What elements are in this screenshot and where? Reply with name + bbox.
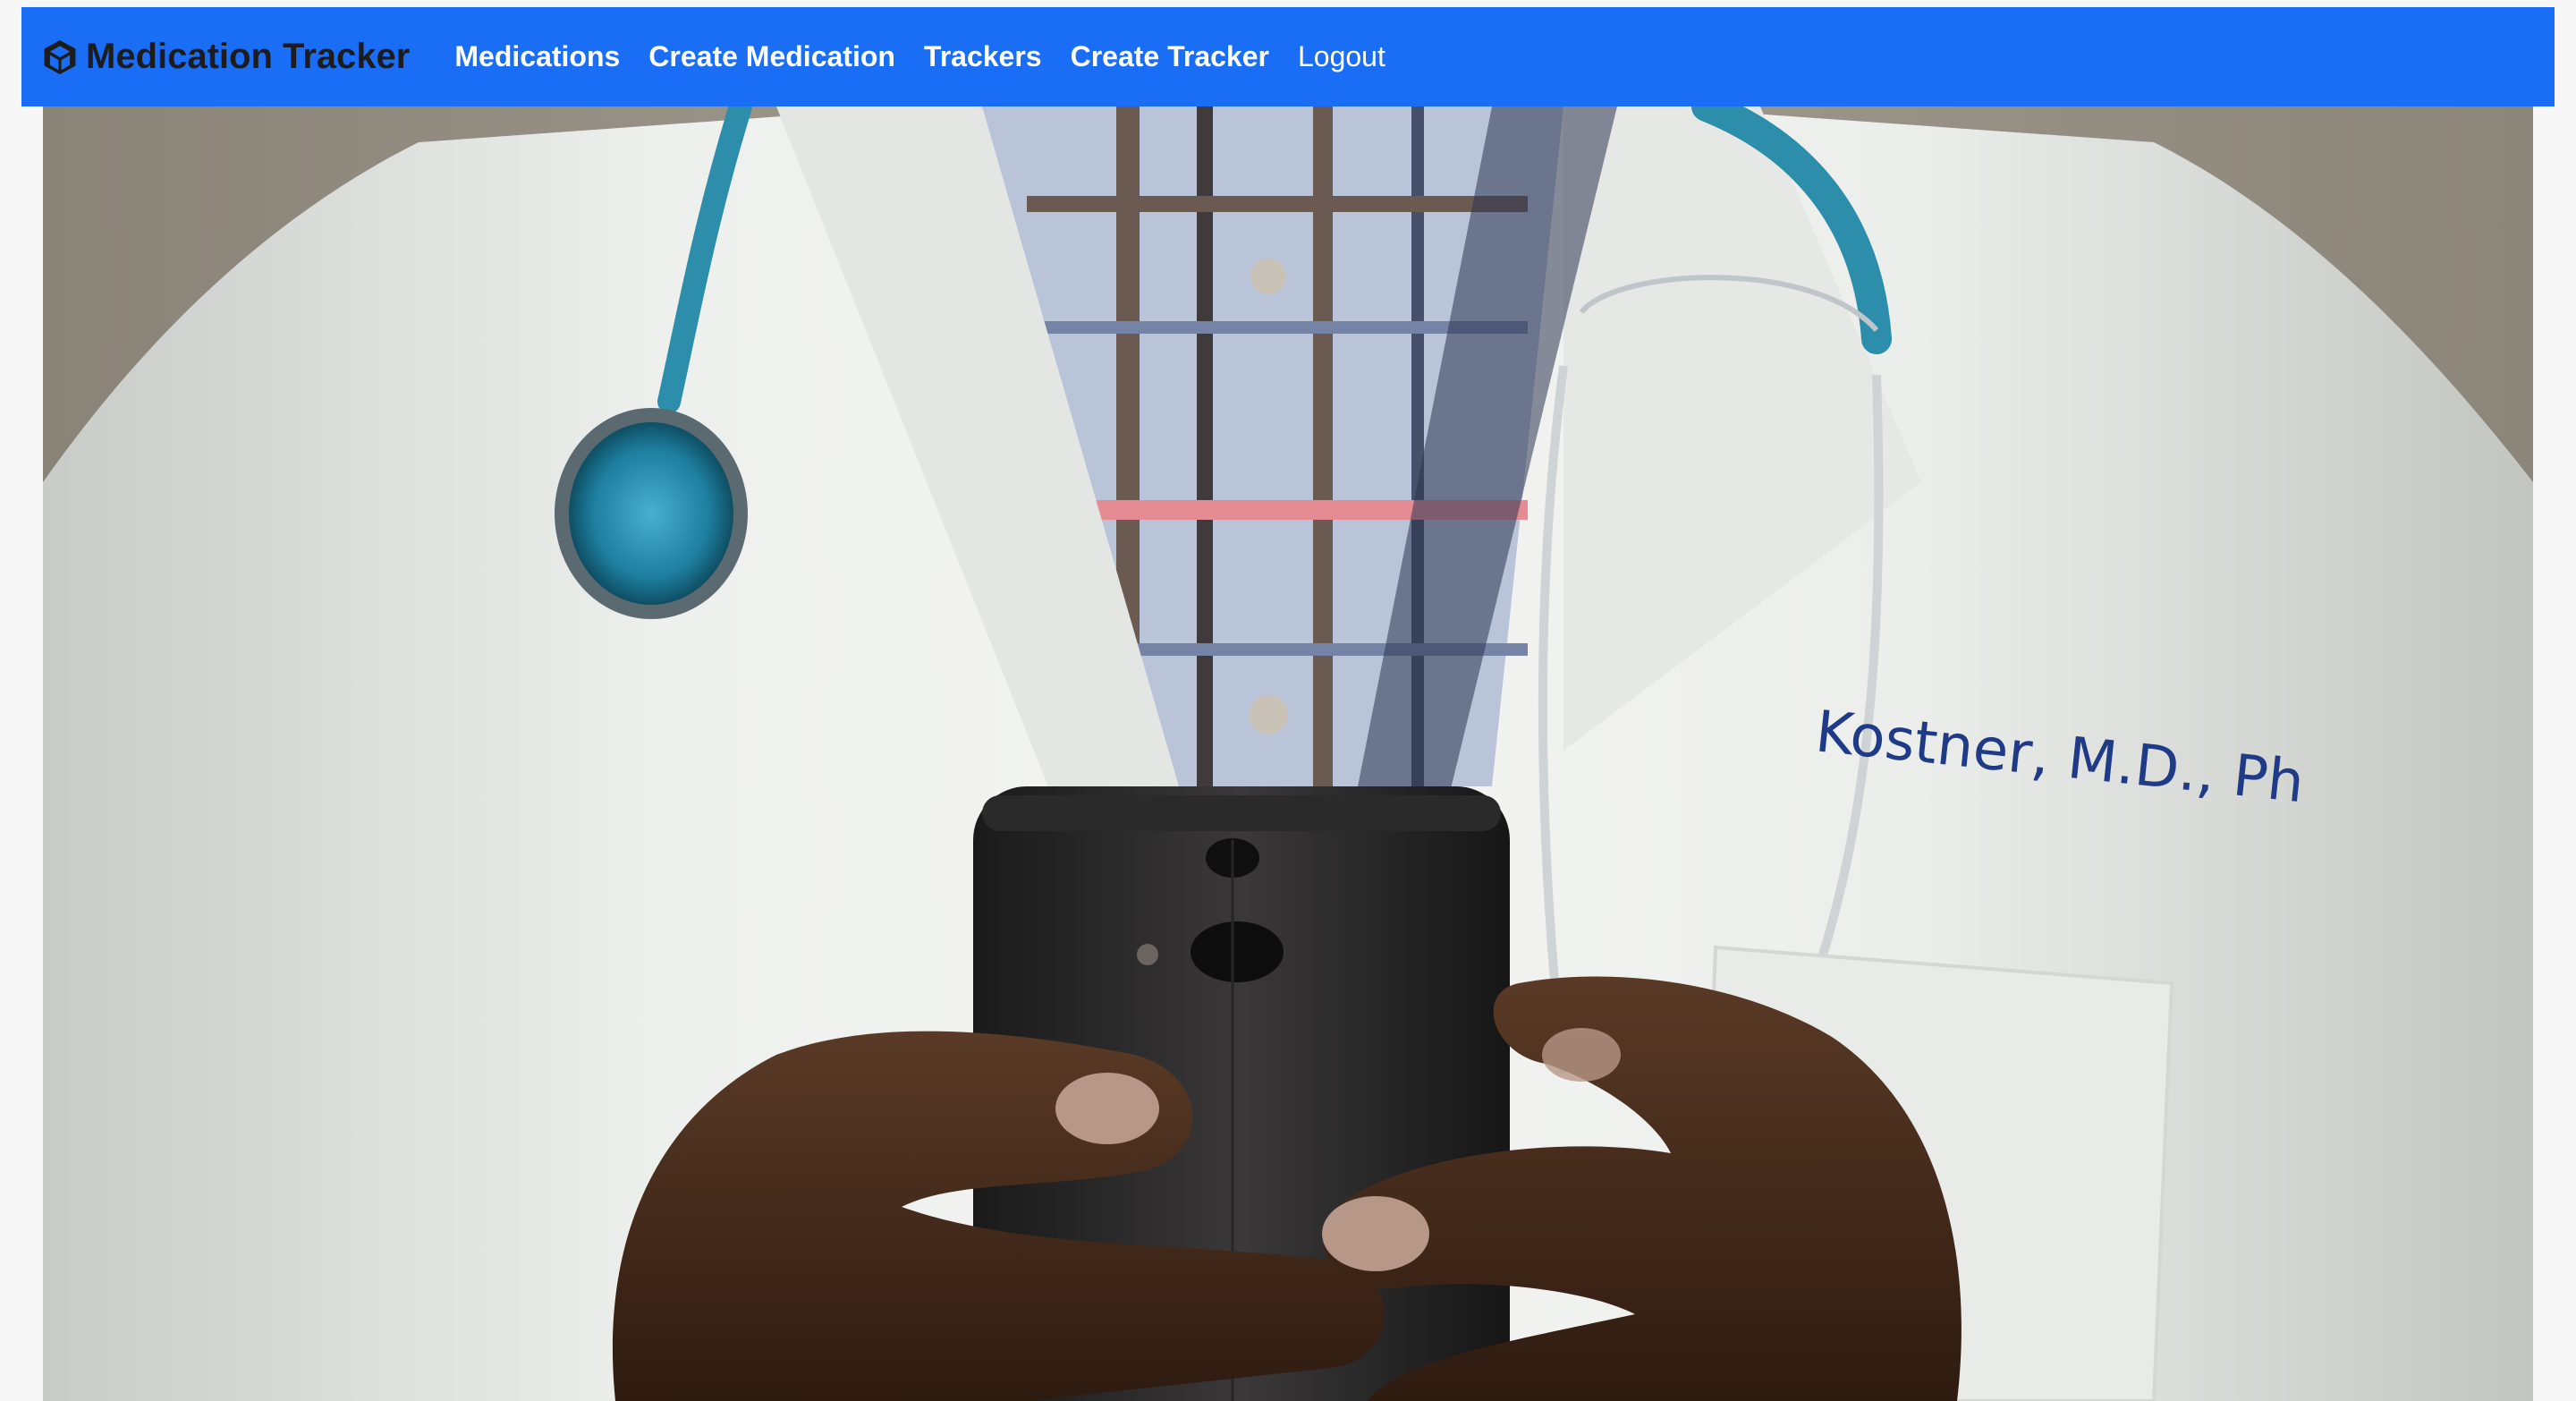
brand-link[interactable]: Medication Tracker: [43, 37, 410, 77]
cube-logo-icon: [43, 38, 77, 76]
nav-link-create-medication[interactable]: Create Medication: [648, 40, 895, 73]
nav-link-create-tracker[interactable]: Create Tracker: [1071, 40, 1269, 73]
nav-link-logout[interactable]: Logout: [1298, 40, 1385, 73]
hero-image: Kostner, M.D., Ph: [43, 106, 2533, 1401]
nav-link-trackers[interactable]: Trackers: [924, 40, 1042, 73]
top-navbar: Medication Tracker Medications Create Me…: [21, 7, 2555, 106]
nav-link-medications[interactable]: Medications: [454, 40, 620, 73]
hero-illustration: Kostner, M.D., Ph: [43, 106, 2533, 1401]
brand-title: Medication Tracker: [86, 37, 411, 76]
